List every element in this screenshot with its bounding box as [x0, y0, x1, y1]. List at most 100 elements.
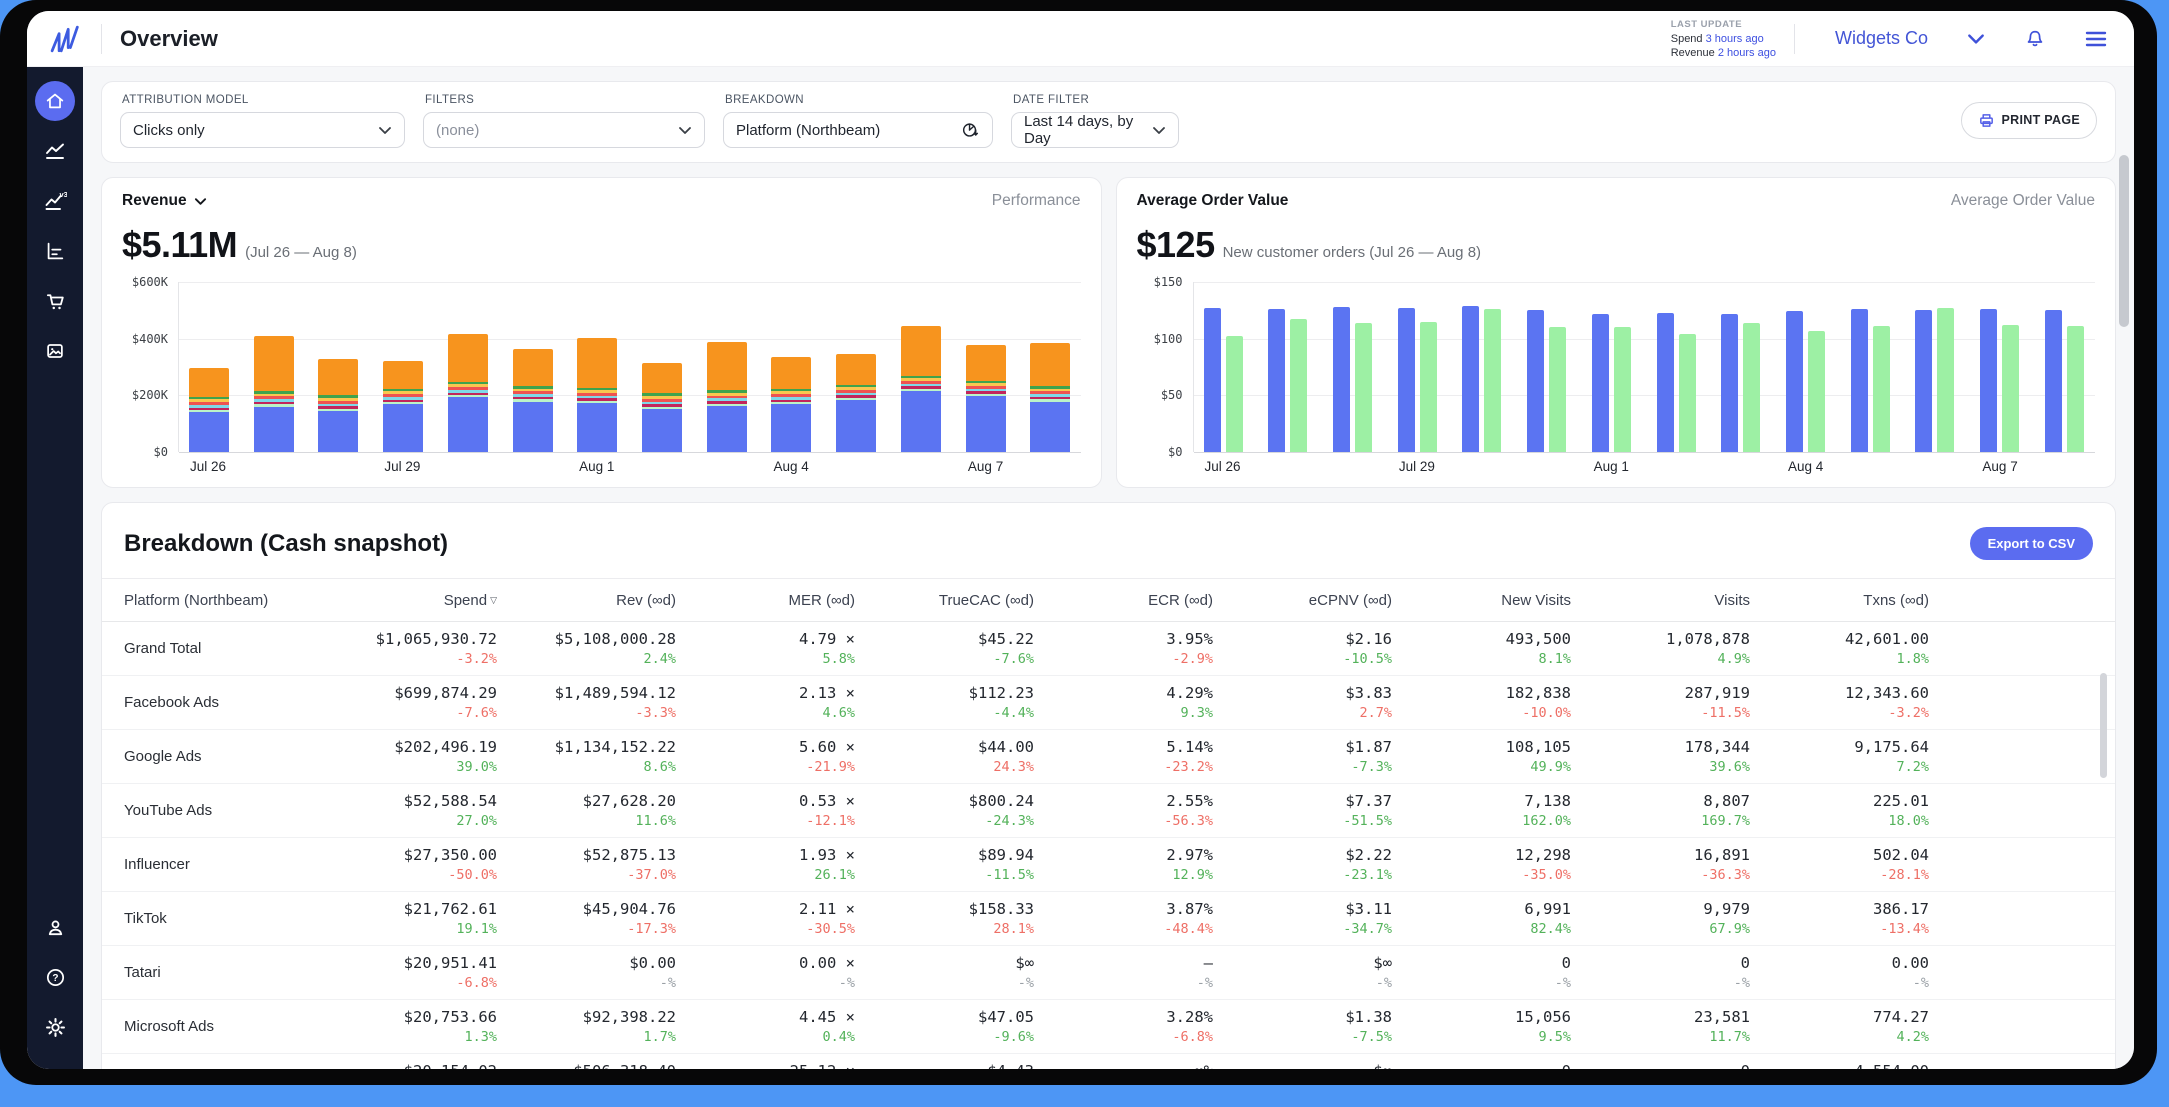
metric-cell: 0-%	[1398, 1054, 1577, 1069]
chevron-down-icon[interactable]	[1966, 32, 1986, 46]
bar-segment-base	[254, 407, 294, 452]
breakdown-card: Breakdown (Cash snapshot) Export to CSV …	[101, 502, 2116, 1069]
filters-select[interactable]: (none)	[423, 112, 705, 148]
metric-cell: $112.23-4.4%	[861, 676, 1040, 729]
platform-cell: TikTok	[102, 892, 324, 945]
org-selector[interactable]: Widgets Co	[1835, 28, 1928, 49]
bar-AOV	[1721, 314, 1738, 452]
cell-delta: -23.1%	[1343, 867, 1392, 883]
column-header-mer-d-[interactable]: MER (∞d)	[682, 592, 861, 609]
column-header-truecac-d-[interactable]: TrueCAC (∞d)	[861, 592, 1040, 609]
bar-group	[1527, 310, 1567, 452]
bar-segment-base	[513, 402, 553, 452]
metric-cell: 16,891-36.3%	[1577, 838, 1756, 891]
x-tick-cell: Jul 26	[188, 459, 228, 477]
stacked-bar	[771, 357, 811, 452]
bar-group	[1657, 313, 1697, 452]
column-header-visits[interactable]: Visits	[1577, 592, 1756, 609]
x-tick-cell	[1915, 459, 1955, 477]
column-header-new-visits[interactable]: New Visits	[1398, 592, 1577, 609]
bar-segment-base	[707, 406, 747, 452]
menu-icon[interactable]	[2084, 29, 2108, 49]
metric-cell: 0.53 ×-12.1%	[682, 784, 861, 837]
aov-metric-label: Average Order Value	[1137, 192, 1289, 210]
column-header-spend[interactable]: Spend▽	[324, 592, 503, 609]
breakdown-select[interactable]: Platform (Northbeam)	[723, 112, 993, 148]
cell-delta: 19.1%	[456, 921, 497, 937]
sidebar-item-account[interactable]	[35, 907, 75, 947]
table-row: Amazon$20,154.02-37.7%$506,318.4017.9%25…	[102, 1054, 2115, 1069]
bar-segment-top	[642, 363, 682, 394]
sidebar-item-performance[interactable]	[35, 131, 75, 171]
bar-group	[1980, 309, 2020, 452]
x-tick-cell	[318, 459, 358, 477]
sidebar-item-home[interactable]	[35, 81, 75, 121]
cell-value: 1.93 ×	[799, 846, 855, 864]
metric-cell: $4.43-47.0%	[861, 1054, 1040, 1069]
home-icon	[44, 90, 66, 112]
x-tick-cell	[447, 459, 487, 477]
sidebar-item-settings[interactable]	[35, 1007, 75, 1047]
revenue-metric-label: Revenue	[122, 192, 187, 210]
column-header-platform-northbeam-[interactable]: Platform (Northbeam)	[102, 592, 324, 609]
bar-New customer AOV	[1679, 334, 1696, 452]
bar-segment-top	[254, 336, 294, 391]
column-header-txns-d-[interactable]: Txns (∞d)	[1756, 592, 1935, 609]
column-header-rev-d-[interactable]: Rev (∞d)	[503, 592, 682, 609]
print-page-button[interactable]: PRINT PAGE	[1961, 102, 2097, 139]
metric-cell: 12,343.60-3.2%	[1756, 676, 1935, 729]
sidebar-item-performance-v3[interactable]: v3	[35, 181, 75, 221]
bar-AOV	[1333, 307, 1350, 452]
metric-cell: 15,0569.5%	[1398, 1000, 1577, 1053]
table-header-row: Platform (Northbeam)Spend▽Rev (∞d)MER (∞…	[102, 578, 2115, 622]
sidebar-item-orders[interactable]	[35, 281, 75, 321]
app-window-frame: Overview LAST UPDATE Spend 3 hours ago R…	[0, 0, 2157, 1085]
x-tick-cell	[901, 459, 941, 477]
metric-cell: 9,97967.9%	[1577, 892, 1756, 945]
export-csv-button[interactable]: Export to CSV	[1970, 527, 2093, 560]
cell-value: 386.17	[1873, 900, 1929, 918]
svg-text:?: ?	[52, 973, 58, 984]
bar-group	[1592, 314, 1632, 452]
bars-layer	[179, 282, 1081, 452]
platform-cell: YouTube Ads	[102, 784, 324, 837]
cell-delta: 39.6%	[1709, 759, 1750, 775]
date-filter-select[interactable]: Last 14 days, by Day	[1011, 112, 1179, 148]
cell-delta: -%	[660, 975, 676, 991]
attribution-model-select[interactable]: Clicks only	[120, 112, 405, 148]
x-tick-cell: Jul 29	[1397, 459, 1437, 477]
y-tick-label: $400K	[132, 332, 168, 346]
cell-delta: 2.7%	[1359, 705, 1392, 721]
sidebar-item-creative[interactable]	[35, 331, 75, 371]
page-scrollbar-thumb[interactable]	[2119, 155, 2129, 327]
cell-delta: 26.1%	[814, 867, 855, 883]
bell-icon[interactable]	[2024, 27, 2046, 51]
bar-chart-icon	[44, 240, 66, 262]
sidebar-item-help[interactable]: ?	[35, 957, 75, 997]
x-tick-label: Jul 26	[190, 459, 226, 474]
bar-group	[1462, 306, 1502, 452]
cell-value: 108,105	[1506, 738, 1571, 756]
metric-cell: $∞-%	[861, 946, 1040, 999]
metric-cell: $0.00-%	[503, 946, 682, 999]
revenue-update-link[interactable]: 2 hours ago	[1718, 47, 1776, 59]
revenue-metric-selector[interactable]: Revenue	[122, 192, 207, 210]
cell-delta: 1.3%	[464, 1029, 497, 1045]
bars-layer	[1194, 282, 2096, 452]
spend-update-link[interactable]: 3 hours ago	[1706, 33, 1764, 45]
stacked-bar	[901, 326, 941, 452]
metric-cell: 5.60 ×-21.9%	[682, 730, 861, 783]
table-scrollbar-thumb[interactable]	[2100, 673, 2107, 778]
bar-group	[1268, 309, 1308, 452]
y-tick-label: $50	[1161, 388, 1183, 402]
column-header-ecr-d-[interactable]: ECR (∞d)	[1040, 592, 1219, 609]
northbeam-logo-icon[interactable]	[47, 24, 83, 54]
bar-segment-top	[836, 354, 876, 385]
sidebar-item-reports[interactable]	[35, 231, 75, 271]
cell-value: 7,138	[1524, 792, 1571, 810]
cell-delta: 9.3%	[1180, 705, 1213, 721]
y-tick-label: $600K	[132, 275, 168, 289]
bar-segment-base	[189, 412, 229, 452]
cell-value: $27,628.20	[583, 792, 676, 810]
column-header-ecpnv-d-[interactable]: eCPNV (∞d)	[1219, 592, 1398, 609]
